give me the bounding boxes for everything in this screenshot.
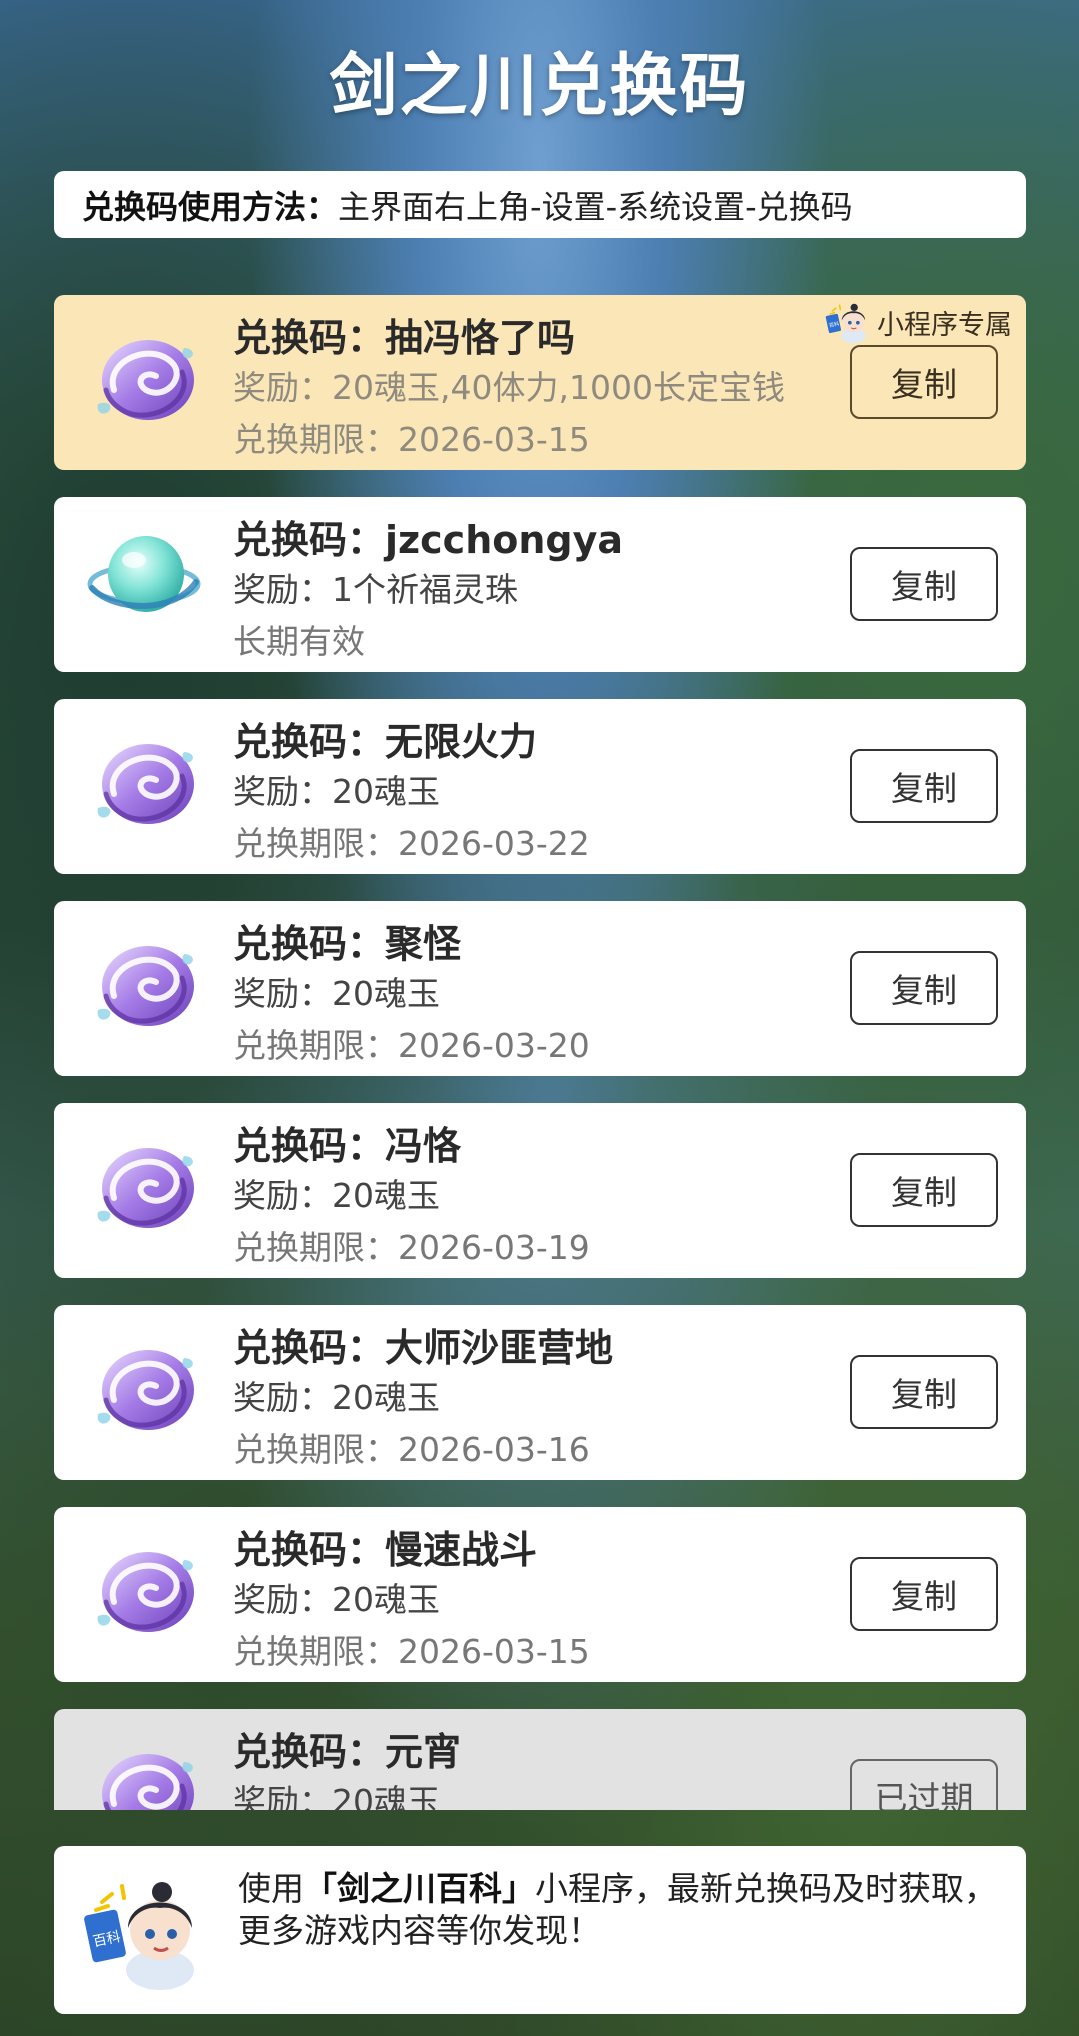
code-card: 兑换码：元宵 奖励：20魂玉 已过期 [54,1709,1026,1810]
code-title: 兑换码：元宵 [233,1730,462,1774]
code-expiry: 兑换期限：2026-03-22 [233,824,590,863]
purple-swirl-icon [84,926,204,1046]
code-title: 兑换码：聚怪 [233,922,462,966]
purple-swirl-icon [84,1532,204,1652]
code-expiry: 兑换期限：2026-03-16 [233,1430,590,1469]
purple-swirl-icon [84,1734,204,1810]
exclusive-badge-label: 小程序专属 [877,309,1012,341]
code-reward: 奖励：20魂玉 [233,1580,440,1619]
purple-swirl-icon [84,320,204,440]
code-expiry: 兑换期限：2026-03-19 [233,1228,590,1267]
purple-swirl-icon [84,1128,204,1248]
copy-button[interactable]: 复制 [850,749,998,823]
howto-text: 主界面右上角-设置-系统设置-兑换码 [338,187,853,226]
cyan-orb-icon [84,522,204,642]
code-reward: 奖励：20魂玉 [233,1378,440,1417]
code-title: 兑换码：慢速战斗 [233,1528,538,1572]
code-reward: 奖励：20魂玉,40体力,1000长定宝钱 [233,368,785,407]
code-card: 兑换码：聚怪 奖励：20魂玉 兑换期限：2026-03-20 复制 [54,901,1026,1076]
copy-button[interactable]: 复制 [850,547,998,621]
copy-button[interactable]: 复制 [850,1355,998,1429]
code-reward: 奖励：20魂玉 [233,772,440,811]
copy-button[interactable]: 复制 [850,951,998,1025]
promo-app-name: 「剑之川百科」 [304,1869,535,1908]
promo-banner[interactable]: 使用「剑之川百科」小程序，最新兑换码及时获取，更多游戏内容等你发现！ [54,1846,1026,2014]
code-card: 兑换码：冯恪 奖励：20魂玉 兑换期限：2026-03-19 复制 [54,1103,1026,1278]
code-card: 兑换码：大师沙匪营地 奖励：20魂玉 兑换期限：2026-03-16 复制 [54,1305,1026,1480]
code-reward: 奖励：20魂玉 [233,1782,440,1810]
code-list[interactable]: 小程序专属 兑换码：抽冯恪了吗 奖励：20魂玉,40体力,1000长定宝钱 兑换… [54,295,1026,1810]
purple-swirl-icon [84,1330,204,1450]
howto-label: 兑换码使用方法： [82,187,339,226]
code-reward: 奖励：1个祈福灵珠 [233,570,518,609]
copy-button[interactable]: 复制 [850,1153,998,1227]
code-title: 兑换码：无限火力 [233,720,538,764]
copy-button[interactable]: 复制 [850,1557,998,1631]
page-title: 剑之川兑换码 [329,47,750,126]
code-reward: 奖励：20魂玉 [233,1176,440,1215]
code-card: 小程序专属 兑换码：抽冯恪了吗 奖励：20魂玉,40体力,1000长定宝钱 兑换… [54,295,1026,470]
code-expiry: 兑换期限：2026-03-20 [233,1026,590,1065]
code-expiry: 兑换期限：2026-03-15 [233,420,590,459]
code-title: 兑换码：冯恪 [233,1124,462,1168]
code-expiry: 长期有效 [233,622,365,661]
code-card: 兑换码：jzcchongya 奖励：1个祈福灵珠 长期有效 复制 [54,497,1026,672]
code-title: 兑换码：大师沙匪营地 [233,1326,614,1370]
code-title: 兑换码：抽冯恪了吗 [233,316,576,360]
mascot-icon [825,299,871,345]
mascot-icon [82,1872,208,1992]
exclusive-badge: 小程序专属 [825,299,1012,345]
promo-text: 使用「剑之川百科」小程序，最新兑换码及时获取，更多游戏内容等你发现！ [238,1868,998,1952]
promo-prefix: 使用 [238,1869,304,1908]
code-reward: 奖励：20魂玉 [233,974,440,1013]
code-expiry: 兑换期限：2026-03-15 [233,1632,590,1671]
howto-banner: 兑换码使用方法： 主界面右上角-设置-系统设置-兑换码 [54,171,1026,238]
copy-button[interactable]: 复制 [850,345,998,419]
purple-swirl-icon [84,724,204,844]
code-card: 兑换码：慢速战斗 奖励：20魂玉 兑换期限：2026-03-15 复制 [54,1507,1026,1682]
expired-button[interactable]: 已过期 [850,1759,998,1810]
code-title: 兑换码：jzcchongya [233,518,624,562]
code-card: 兑换码：无限火力 奖励：20魂玉 兑换期限：2026-03-22 复制 [54,699,1026,874]
